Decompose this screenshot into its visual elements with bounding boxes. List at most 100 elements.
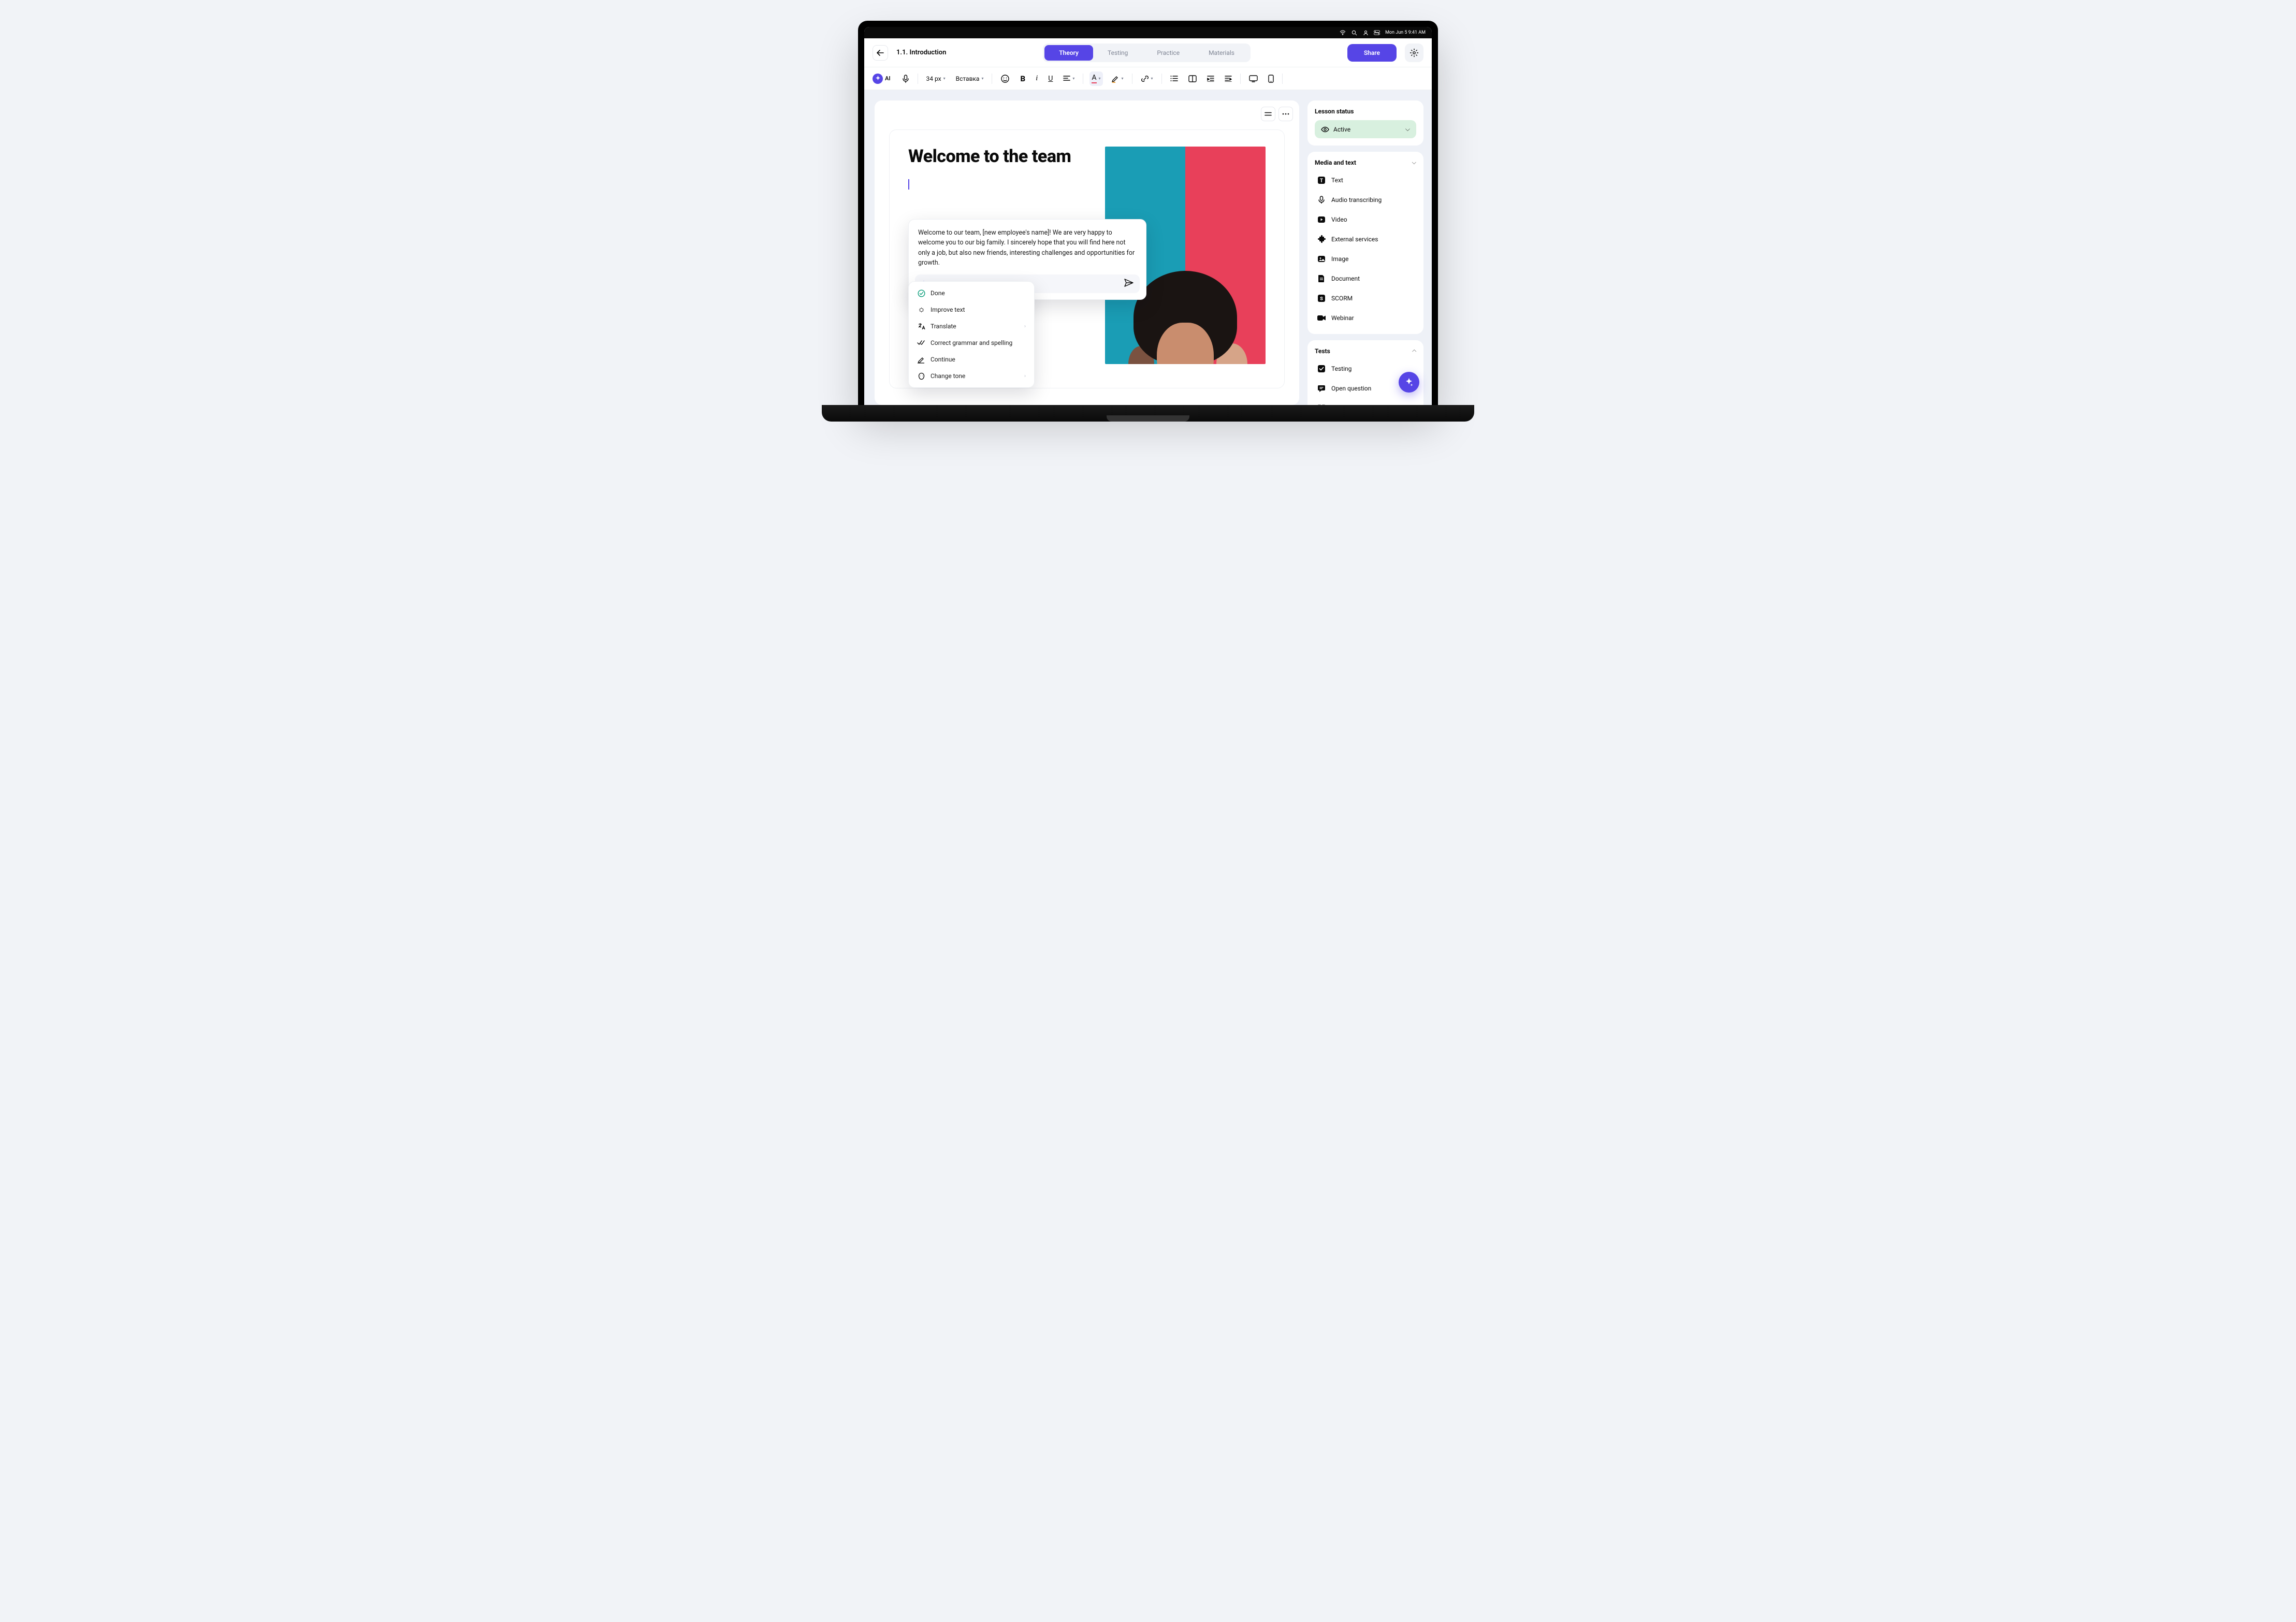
text-color-button[interactable]: A ▾ xyxy=(1089,71,1102,86)
emoji-button[interactable] xyxy=(998,71,1012,86)
ai-menu-tone[interactable]: Change tone › xyxy=(912,368,1031,384)
ai-menu-continue[interactable]: Continue xyxy=(912,351,1031,368)
indent-right-button[interactable] xyxy=(1223,71,1234,86)
insert-select[interactable]: Вставка ▾ xyxy=(954,71,986,86)
indent-right-icon xyxy=(1225,76,1232,82)
view-tabs: Theory Testing Practice Materials xyxy=(1043,44,1251,62)
tab-theory[interactable]: Theory xyxy=(1044,45,1093,61)
breadcrumb: 1.1. Introduction xyxy=(896,49,946,56)
macos-menubar: Mon Jun 5 9:41 AM xyxy=(864,27,1432,38)
underline-icon: U xyxy=(1048,75,1053,83)
align-left-icon xyxy=(1063,76,1070,82)
tab-testing[interactable]: Testing xyxy=(1093,45,1142,61)
mic-button[interactable] xyxy=(900,71,911,86)
gear-icon xyxy=(1409,48,1419,57)
control-center-icon xyxy=(1374,30,1380,36)
toolbar-separator xyxy=(1282,74,1283,84)
insert-webinar[interactable]: Webinar xyxy=(1315,309,1416,327)
insert-text[interactable]: T Text xyxy=(1315,171,1416,189)
font-size-select[interactable]: 34 px ▾ xyxy=(924,71,948,86)
lesson-status-panel: Lesson status Active ⌵ xyxy=(1307,100,1423,146)
smile-icon xyxy=(1000,74,1010,83)
tab-materials[interactable]: Materials xyxy=(1194,45,1249,61)
camera-icon xyxy=(1317,313,1326,323)
document-icon xyxy=(1317,274,1326,283)
sparkle-icon xyxy=(1404,378,1414,387)
content-heading[interactable]: Welcome to the team xyxy=(908,147,1091,167)
chevron-down-icon: ▾ xyxy=(943,76,946,81)
chat-bubble-icon xyxy=(1317,384,1326,393)
content-card: Welcome to the team xyxy=(875,100,1299,405)
align-button[interactable]: ▾ xyxy=(1061,71,1077,86)
columns-button[interactable] xyxy=(1186,71,1199,86)
ai-menu-improve[interactable]: Improve text xyxy=(912,301,1031,318)
wifi-icon xyxy=(1340,30,1346,36)
text-icon: T xyxy=(1317,176,1326,185)
insert-classification[interactable]: Classification xyxy=(1315,399,1416,405)
media-text-title: Media and text xyxy=(1315,159,1356,166)
insert-audio[interactable]: Audio transcribing xyxy=(1315,191,1416,209)
insert-scorm[interactable]: S SCORM xyxy=(1315,289,1416,307)
more-button[interactable] xyxy=(1278,107,1293,121)
menubar-datetime: Mon Jun 5 9:41 AM xyxy=(1385,30,1426,35)
chevron-down-icon: ▾ xyxy=(1122,76,1124,81)
chevron-right-icon: › xyxy=(1024,373,1026,379)
insert-video[interactable]: Video xyxy=(1315,211,1416,228)
text-cursor[interactable] xyxy=(908,179,1091,190)
media-text-panel: Media and text ⌵ T Text Audio transcribi… xyxy=(1307,152,1423,334)
scorm-icon: S xyxy=(1317,294,1326,303)
desktop-preview-button[interactable] xyxy=(1247,71,1260,86)
chevron-right-icon: › xyxy=(1024,324,1026,329)
insert-document[interactable]: Document xyxy=(1315,270,1416,287)
ai-actions-menu: Done Improve text xyxy=(908,281,1035,388)
underline-button[interactable]: U xyxy=(1046,71,1055,86)
list-button[interactable] xyxy=(1168,71,1180,86)
svg-text:T: T xyxy=(1320,178,1323,184)
ai-menu-translate[interactable]: Translate › xyxy=(912,318,1031,335)
lesson-content-block: Welcome to the team xyxy=(889,129,1285,388)
tab-practice[interactable]: Practice xyxy=(1142,45,1194,61)
microphone-icon xyxy=(1317,195,1326,205)
insert-external[interactable]: External services xyxy=(1315,230,1416,248)
app-header: 1.1. Introduction Theory Testing Practic… xyxy=(864,38,1432,67)
ai-label: AI xyxy=(885,75,891,82)
insert-image[interactable]: Image xyxy=(1315,250,1416,268)
svg-text:S: S xyxy=(1320,297,1323,302)
drag-handle-button[interactable] xyxy=(1261,107,1275,121)
ai-sparkle-icon xyxy=(873,74,883,84)
status-select[interactable]: Active ⌵ xyxy=(1315,120,1416,138)
back-button[interactable] xyxy=(873,45,888,61)
highlight-icon xyxy=(1111,75,1120,83)
checkbox-icon xyxy=(1317,364,1326,373)
toolbar-separator xyxy=(1161,74,1162,84)
ai-menu-grammar[interactable]: Correct grammar and spelling xyxy=(912,335,1031,351)
ai-fab-button[interactable] xyxy=(1399,372,1419,393)
ai-menu-done[interactable]: Done xyxy=(912,285,1031,301)
formatting-toolbar: AI 34 px ▾ Вставка ▾ B i xyxy=(864,67,1432,90)
pencil-line-icon xyxy=(917,355,925,364)
italic-button[interactable]: i xyxy=(1034,71,1040,86)
check-wave-icon xyxy=(917,339,925,347)
send-button[interactable] xyxy=(1124,279,1135,289)
ai-button[interactable]: AI xyxy=(873,71,894,86)
indent-left-button[interactable] xyxy=(1205,71,1216,86)
settings-button[interactable] xyxy=(1405,44,1423,62)
link-button[interactable]: ▾ xyxy=(1139,71,1155,86)
eye-icon xyxy=(1321,126,1329,133)
collapse-icon[interactable]: ⌵ xyxy=(1412,347,1416,355)
link-icon xyxy=(1141,75,1149,83)
highlight-button[interactable]: ▾ xyxy=(1109,71,1126,86)
collapse-icon[interactable]: ⌵ xyxy=(1412,159,1416,166)
share-button[interactable]: Share xyxy=(1347,44,1397,62)
image-icon xyxy=(1317,254,1326,264)
columns-icon xyxy=(1188,75,1197,82)
chevron-down-icon: ▾ xyxy=(981,76,983,81)
mobile-icon xyxy=(1268,75,1274,83)
dots-icon xyxy=(1282,113,1289,115)
toolbar-separator xyxy=(1240,74,1241,84)
tests-title: Tests xyxy=(1315,347,1330,355)
bold-button[interactable]: B xyxy=(1018,71,1027,86)
chevron-down-icon: ▾ xyxy=(1151,76,1153,81)
mobile-preview-button[interactable] xyxy=(1266,71,1276,86)
search-icon xyxy=(1351,30,1357,36)
